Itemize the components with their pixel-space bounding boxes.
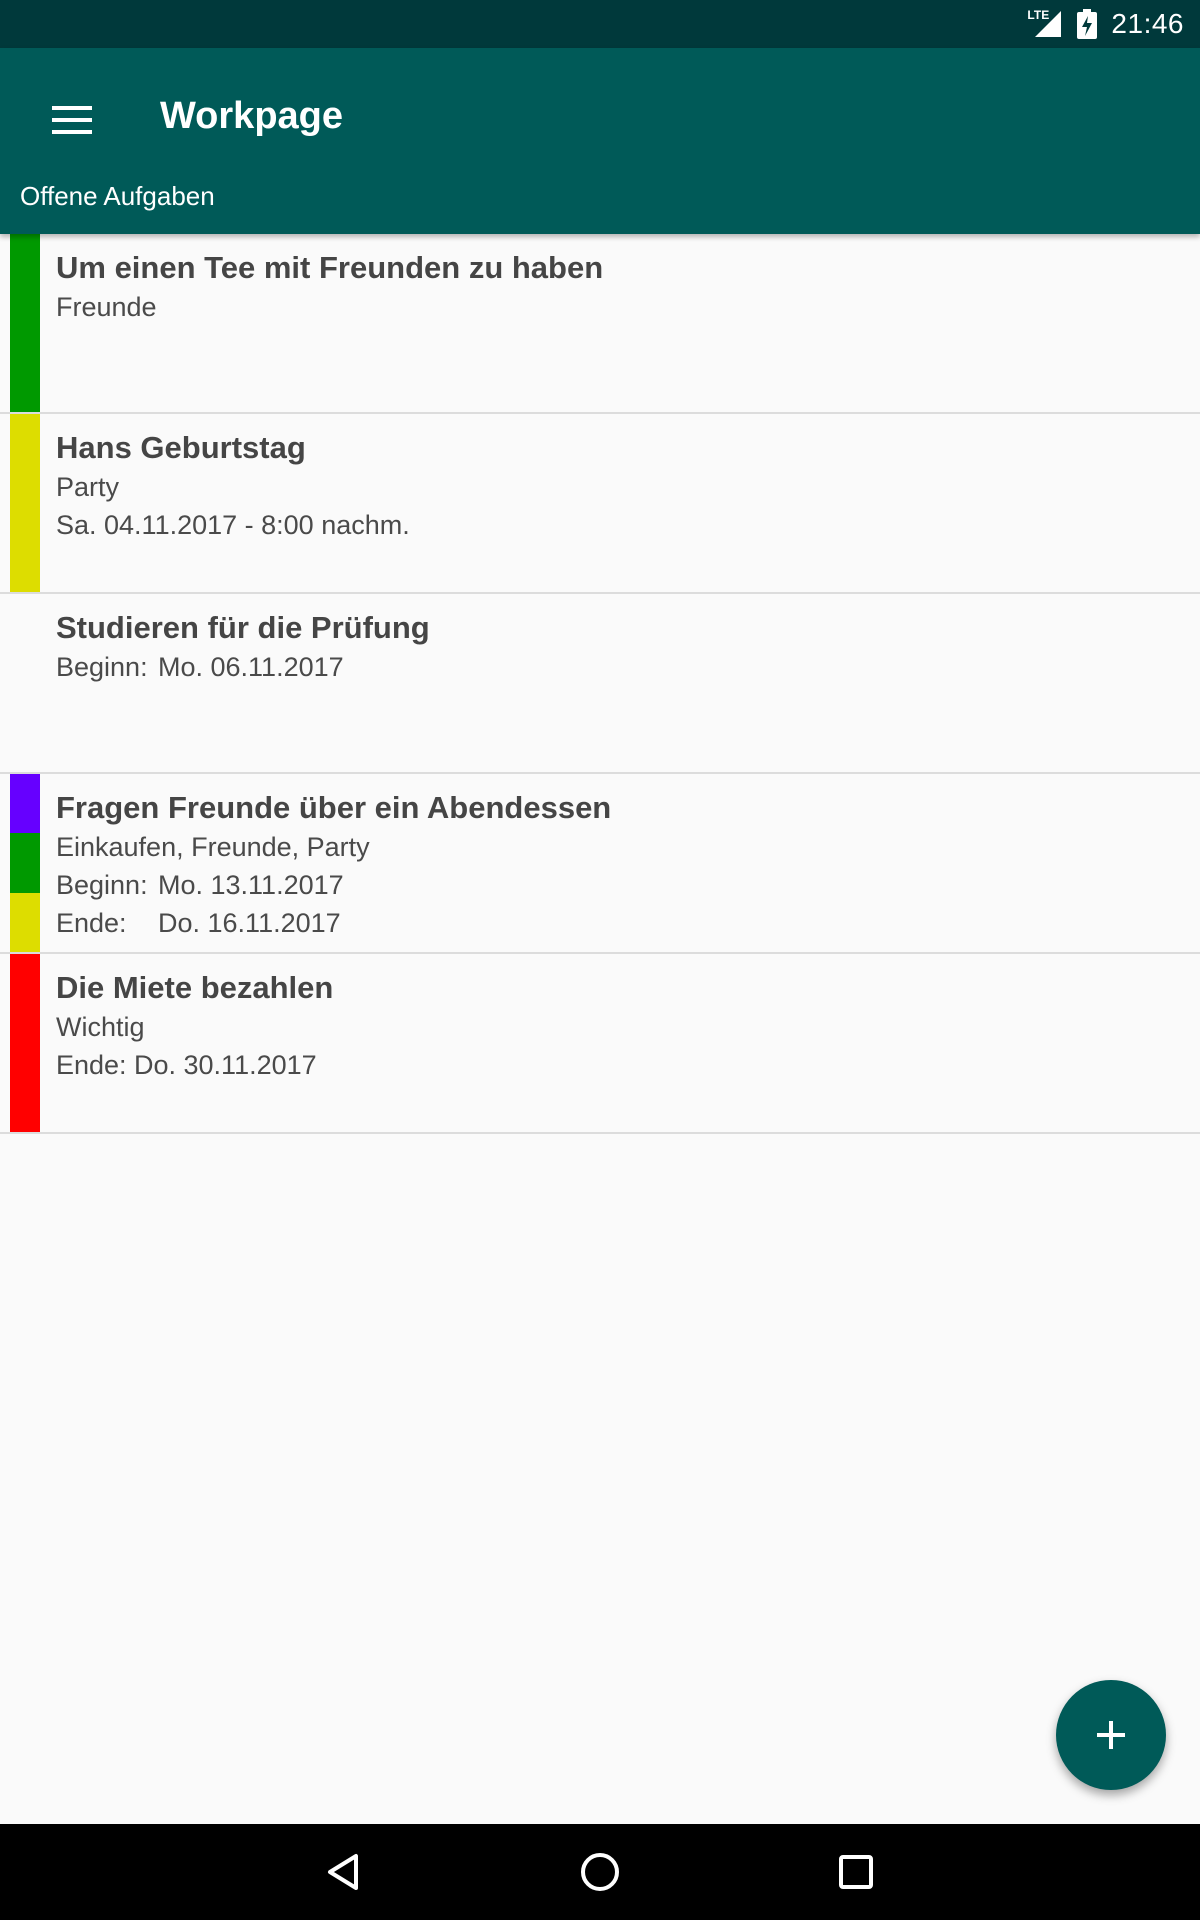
task-start-date: Beginn: Mo. 13.11.2017 — [56, 866, 1180, 904]
start-date-label: Beginn: — [56, 652, 148, 682]
task-title: Hans Geburtstag — [56, 430, 306, 465]
task-content: Hans Geburtstag Party Sa. 04.11.2017 - 8… — [56, 428, 1180, 544]
task-categories: Einkaufen, Freunde, Party — [56, 832, 370, 862]
add-task-button[interactable] — [1056, 1680, 1166, 1790]
task-title: Fragen Freunde über ein Abendessen — [56, 790, 612, 825]
back-button[interactable] — [314, 1842, 374, 1902]
home-circle-icon — [581, 1853, 619, 1891]
task-list: Um einen Tee mit Freunden zu haben Freun… — [0, 234, 1200, 1134]
category-color-segment — [10, 234, 40, 412]
category-color-segment — [10, 892, 40, 952]
category-color-strip — [10, 414, 40, 592]
hamburger-menu-icon — [52, 106, 92, 134]
status-bar: LTE 21:46 — [0, 0, 1200, 48]
status-time: 21:46 — [1111, 8, 1184, 39]
task-categories: Freunde — [56, 292, 157, 322]
task-date: Sa. 04.11.2017 - 8:00 nachm. — [56, 510, 410, 540]
start-date-label: Beginn: — [56, 870, 148, 900]
task-categories: Party — [56, 472, 120, 502]
plus-icon — [1097, 1721, 1125, 1749]
category-color-strip — [10, 234, 40, 412]
status-icons: LTE 21:46 — [1027, 0, 1184, 48]
battery-charging-icon — [1077, 9, 1098, 39]
start-date-value: Mo. 06.11.2017 — [158, 652, 344, 682]
task-content: Die Miete bezahlen Wichtig Ende: Do. 30.1… — [56, 968, 1180, 1084]
end-date-value: Do. 16.11.2017 — [158, 908, 341, 938]
task-item[interactable]: Um einen Tee mit Freunden zu haben Freun… — [0, 234, 1200, 414]
recents-square-icon — [839, 1855, 873, 1889]
navigation-bar — [0, 1824, 1200, 1920]
start-date-value: Mo. 13.11.2017 — [158, 870, 344, 900]
task-item[interactable]: Fragen Freunde über ein Abendessen Einka… — [0, 774, 1200, 954]
task-title: Die Miete bezahlen — [56, 970, 334, 1005]
category-color-segment — [10, 414, 40, 592]
task-item[interactable]: Die Miete bezahlen Wichtig Ende: Do. 30.1… — [0, 954, 1200, 1134]
end-date-label: Ende: — [56, 1050, 127, 1080]
task-title: Um einen Tee mit Freunden zu haben — [56, 250, 604, 285]
category-color-segment — [10, 954, 40, 1132]
end-date-value: Do. 30.11.2017 — [134, 1050, 317, 1080]
task-end-date: Ende: Do. 30.11.2017 — [56, 1046, 1180, 1084]
end-date-label: Ende: — [56, 908, 127, 938]
home-button[interactable] — [570, 1842, 630, 1902]
task-content: Fragen Freunde über ein Abendessen Einka… — [56, 788, 1180, 942]
task-start-date: Beginn: Mo. 06.11.2017 — [56, 648, 1180, 686]
category-color-segment — [10, 833, 40, 893]
category-color-strip — [10, 954, 40, 1132]
category-color-segment — [10, 774, 40, 834]
category-color-strip — [10, 774, 40, 952]
task-item[interactable]: Hans Geburtstag Party Sa. 04.11.2017 - 8… — [0, 414, 1200, 594]
task-title: Studieren für die Prüfung — [56, 610, 430, 645]
app-title: Workpage — [160, 95, 344, 137]
task-end-date: Ende: Do. 16.11.2017 — [56, 904, 1180, 942]
task-content: Um einen Tee mit Freunden zu haben Freun… — [56, 248, 1180, 326]
category-color-strip — [10, 594, 40, 772]
menu-button[interactable] — [40, 88, 104, 152]
recents-button[interactable] — [826, 1842, 886, 1902]
section-title: Offene Aufgaben — [20, 181, 215, 211]
task-item[interactable]: Studieren für die Prüfung Beginn: Mo. 06.… — [0, 594, 1200, 774]
task-categories: Wichtig — [56, 1012, 145, 1042]
task-content: Studieren für die Prüfung Beginn: Mo. 06.… — [56, 608, 1180, 686]
lte-signal-icon: LTE — [1027, 9, 1063, 39]
app-bar: Workpage Offene Aufgaben — [0, 48, 1200, 234]
back-triangle-icon — [328, 1854, 358, 1890]
